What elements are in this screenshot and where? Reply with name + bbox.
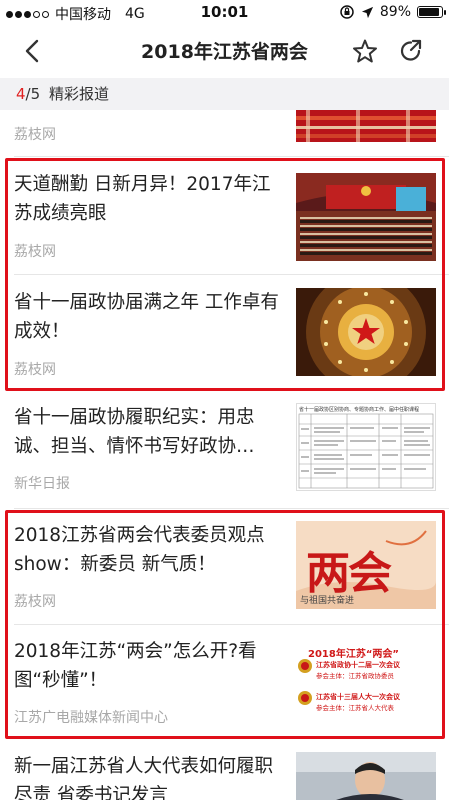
page-title: 2018年江苏省两会 [141,41,308,63]
highlight-frame [5,510,445,739]
article-thumbnail [296,110,436,142]
page-current: 4 [16,85,26,103]
article-title: 新一届江苏省人大代表如何履职尽责 省委书记发言 [14,756,274,800]
article-thumbnail [296,752,436,800]
list-item[interactable]: 省十一届政协履职纪实：用忠诚、担当、情怀书写好政协… 新华日报 省十一届政协区别… [0,391,449,508]
location-icon [361,6,373,18]
battery-icon [417,6,446,18]
article-title: 省十一届政协履职纪实：用忠诚、担当、情怀书写好政协… [14,407,255,457]
star-icon[interactable] [352,38,378,64]
section-label: 精彩报道 [48,85,109,103]
article-source: 荔枝网 [14,127,56,143]
highlight-frame [5,158,445,391]
article-thumbnail: 省十一届政协区别协商、专题协商工作、届中任职课程 [296,403,436,491]
list-item[interactable]: 荔枝网 [0,110,449,156]
nav-bar: 2018年江苏省两会 [0,26,449,76]
share-icon[interactable] [398,38,424,64]
page-total: /5 [25,85,41,103]
orientation-lock-icon [340,5,354,19]
section-header: 4/5 精彩报道 [0,78,449,110]
status-right: 89% [339,4,446,20]
status-bar: 中国移动 4G 10:01 89% [0,0,449,26]
article-source: 新华日报 [14,476,70,492]
battery-percent: 89% [379,4,411,20]
list-item[interactable]: 新一届江苏省人大代表如何履职尽责 省委书记发言 [0,740,449,800]
